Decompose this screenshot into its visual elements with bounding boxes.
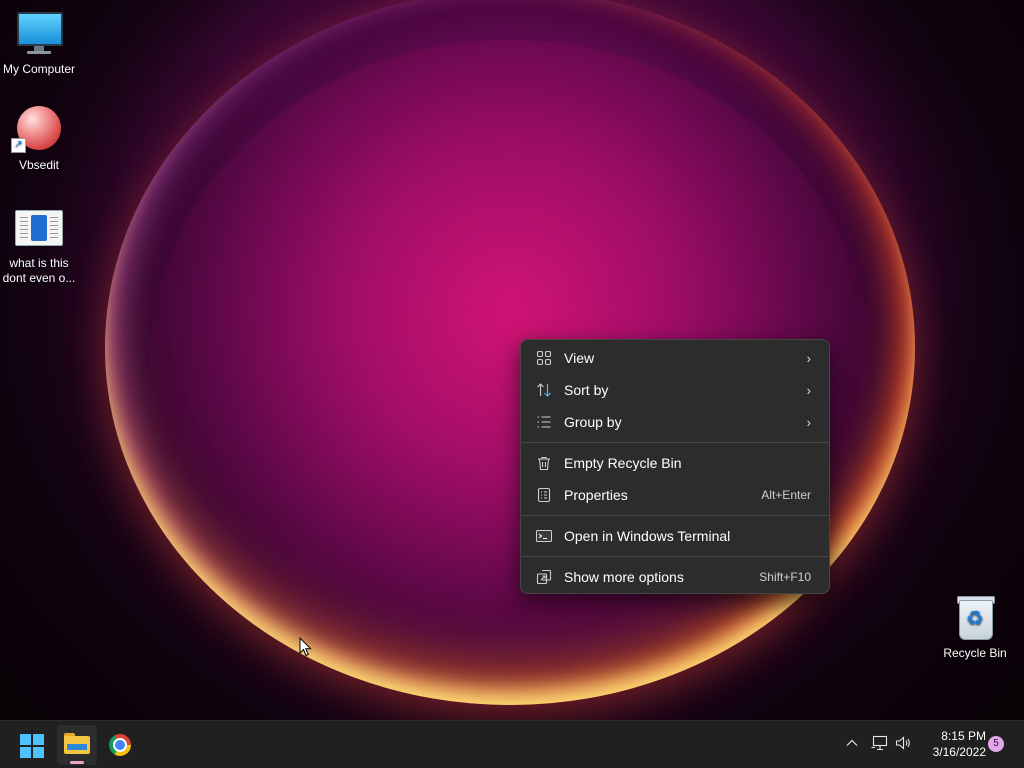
start-button[interactable]	[12, 725, 52, 765]
taskbar-chrome[interactable]	[100, 725, 140, 765]
desktop-icon-vbsedit[interactable]: ↗ Vbsedit	[0, 106, 78, 173]
desktop-icon-label: what is this	[9, 256, 69, 270]
shortcut-hint: Shift+F10	[759, 570, 811, 584]
menu-item-group-by[interactable]: Group by ›	[525, 407, 825, 437]
windows-logo-icon	[20, 734, 44, 758]
vbsedit-icon: ↗	[11, 106, 63, 154]
menu-item-open-terminal[interactable]: Open in Windows Terminal	[525, 521, 825, 551]
menu-item-label: Group by	[564, 414, 622, 430]
taskbar-clock[interactable]: 8:15 PM 3/16/2022	[916, 728, 986, 760]
desktop-icon-document[interactable]: what is this dont even o...	[0, 204, 78, 286]
volume-icon[interactable]	[894, 735, 914, 755]
menu-item-show-more-options[interactable]: Show more options Shift+F10	[525, 562, 825, 592]
desktop-icon-label: My Computer	[2, 62, 76, 76]
menu-separator	[522, 515, 830, 516]
menu-separator	[522, 442, 830, 443]
wallpaper-vignette	[0, 0, 1024, 720]
desktop-icon-label: dont even o...	[2, 271, 76, 285]
taskbar: 8:15 PM 3/16/2022	[0, 720, 1024, 768]
clock-date: 3/16/2022	[932, 745, 986, 759]
chevron-right-icon: ›	[806, 382, 811, 398]
menu-item-label: Open in Windows Terminal	[564, 528, 731, 544]
menu-item-label: Sort by	[564, 382, 609, 398]
network-icon[interactable]	[870, 735, 890, 755]
notification-badge[interactable]: 5	[988, 736, 1004, 752]
terminal-icon	[536, 528, 552, 544]
chevron-right-icon: ›	[806, 350, 811, 366]
menu-item-label: Show more options	[564, 569, 684, 585]
menu-item-label: Properties	[564, 487, 628, 503]
shortcut-hint: Alt+Enter	[761, 488, 811, 502]
trash-icon	[536, 455, 552, 471]
menu-item-view[interactable]: View ›	[525, 343, 825, 373]
menu-item-empty-recycle-bin[interactable]: Empty Recycle Bin	[525, 448, 825, 478]
menu-item-sort-by[interactable]: Sort by ›	[525, 375, 825, 405]
context-menu: View › Sort by › Group by › Empty Recycl…	[520, 339, 830, 594]
properties-icon	[536, 487, 552, 503]
mouse-cursor-icon	[299, 636, 313, 657]
desktop-icon-label: Vbsedit	[18, 158, 60, 172]
sort-icon	[536, 382, 552, 398]
menu-item-properties[interactable]: Properties Alt+Enter	[525, 480, 825, 510]
monitor-icon	[15, 10, 63, 58]
chevron-up-icon	[846, 739, 858, 746]
chevron-right-icon: ›	[806, 414, 811, 430]
menu-item-label: Empty Recycle Bin	[564, 455, 682, 471]
document-icon	[15, 204, 63, 252]
desktop-icon-label: Recycle Bin	[943, 646, 1007, 660]
tray-overflow-button[interactable]	[842, 735, 862, 755]
recycle-bin-icon: ♻	[951, 594, 999, 642]
menu-separator	[522, 556, 830, 557]
desktop-background[interactable]: My Computer ↗ Vbsedit what is this dont …	[0, 0, 1024, 720]
shortcut-arrow-icon: ↗	[11, 138, 26, 153]
menu-item-label: View	[564, 350, 595, 366]
clock-time: 8:15 PM	[941, 729, 986, 743]
desktop-icon-my-computer[interactable]: My Computer	[0, 10, 78, 77]
taskbar-file-explorer[interactable]	[57, 725, 97, 765]
grid-icon	[536, 350, 552, 366]
running-indicator	[70, 761, 84, 764]
desktop-icon-recycle-bin[interactable]: ♻ Recycle Bin	[936, 594, 1014, 661]
more-options-icon	[536, 569, 552, 585]
list-icon	[536, 414, 552, 430]
